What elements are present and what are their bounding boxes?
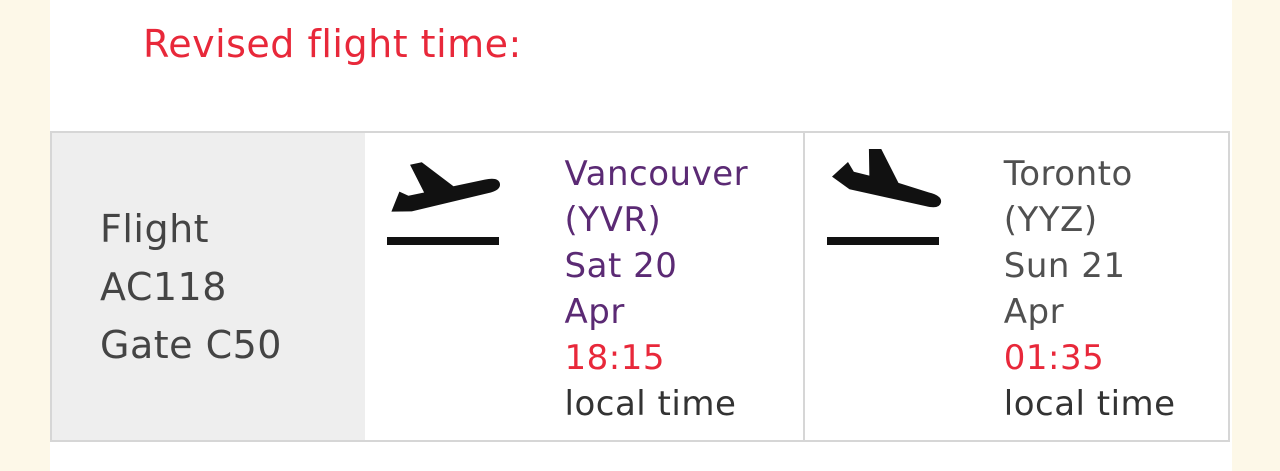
arrival-date-month: Apr xyxy=(1003,292,1065,332)
gate-number: Gate C50 xyxy=(100,322,282,367)
departure-cell: Vancouver (YVR) Sat 20 Apr 18:15 local t… xyxy=(364,133,805,440)
departure-time-note: local time xyxy=(564,384,737,424)
departure-date-day: Sat 20 xyxy=(564,246,678,286)
departure-city: Vancouver xyxy=(564,154,749,194)
departure-code: (YVR) xyxy=(564,200,662,240)
arrival-cell: Toronto (YYZ) Sun 21 Apr 01:35 local tim… xyxy=(804,133,1228,440)
plane-landing-icon xyxy=(826,149,941,245)
flight-info-cell: Flight AC118 Gate C50 xyxy=(52,133,365,440)
departure-time: 18:15 xyxy=(564,338,666,378)
arrival-details: Toronto (YYZ) Sun 21 Apr 01:35 local tim… xyxy=(1004,151,1176,427)
arrival-date-day: Sun 21 xyxy=(1003,246,1126,286)
flight-change-card: Revised flight time: Flight AC118 Gate C… xyxy=(50,0,1232,471)
plane-takeoff-icon xyxy=(386,162,500,245)
arrival-code: (YYZ) xyxy=(1003,200,1098,240)
flight-details-table: Flight AC118 Gate C50 Vancouver (YVR) Sa… xyxy=(50,131,1230,442)
flight-info: Flight AC118 Gate C50 xyxy=(100,200,282,374)
arrival-city: Toronto xyxy=(1003,154,1133,194)
flight-label: Flight xyxy=(100,206,210,251)
arrival-time: 01:35 xyxy=(1003,338,1105,378)
departure-date-month: Apr xyxy=(564,292,625,332)
flight-number: AC118 xyxy=(100,264,227,309)
departure-details: Vancouver (YVR) Sat 20 Apr 18:15 local t… xyxy=(565,151,749,427)
page-title: Revised flight time: xyxy=(143,22,522,66)
arrival-time-note: local time xyxy=(1003,384,1176,424)
